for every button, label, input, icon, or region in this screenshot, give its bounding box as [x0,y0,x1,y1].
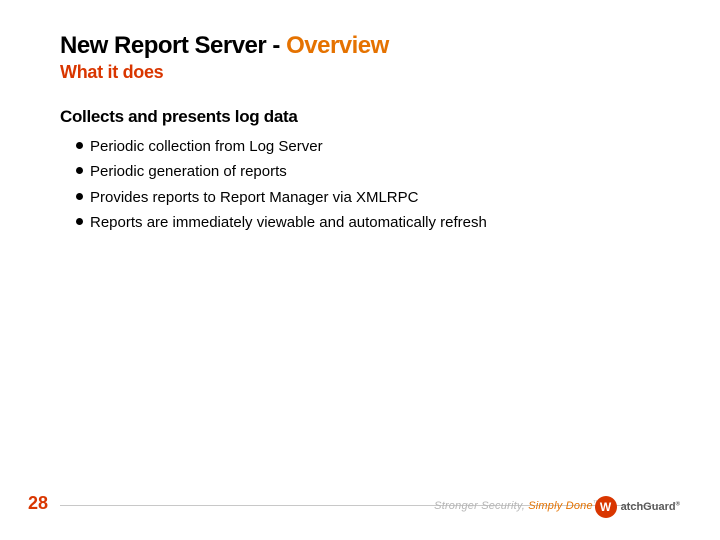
list-item: Periodic generation of reports [90,160,680,183]
tagline: Stronger Security, Simply Done™ [434,500,600,512]
slide-subtitle: What it does [60,62,720,83]
list-item: Provides reports to Report Manager via X… [90,186,680,209]
logo-name-text: atchGuard [621,501,676,513]
tagline-prefix: Stronger Security, [434,500,528,512]
registered-icon: ® [676,501,680,507]
tagline-orange: Simply Done [528,500,593,512]
list-item: Periodic collection from Log Server [90,135,680,158]
bullet-list: Periodic collection from Log Server Peri… [60,135,680,234]
title-part-black: New Report Server - [60,32,286,59]
slide-content: Collects and presents log data Periodic … [0,83,720,234]
slide-title: New Report Server - Overview [60,32,720,60]
list-item: Reports are immediately viewable and aut… [90,211,680,234]
logo-text: atchGuard® [621,501,680,513]
slide-header: New Report Server - Overview What it doe… [0,0,720,83]
title-part-orange: Overview [286,32,389,59]
slide: New Report Server - Overview What it doe… [0,0,720,540]
logo-icon: W [595,496,617,518]
slide-footer: 28 Stronger Security, Simply Done™ W atc… [0,505,720,516]
section-heading: Collects and presents log data [60,107,680,127]
brand-logo: W atchGuard® [595,496,680,518]
page-number: 28 [28,493,48,514]
